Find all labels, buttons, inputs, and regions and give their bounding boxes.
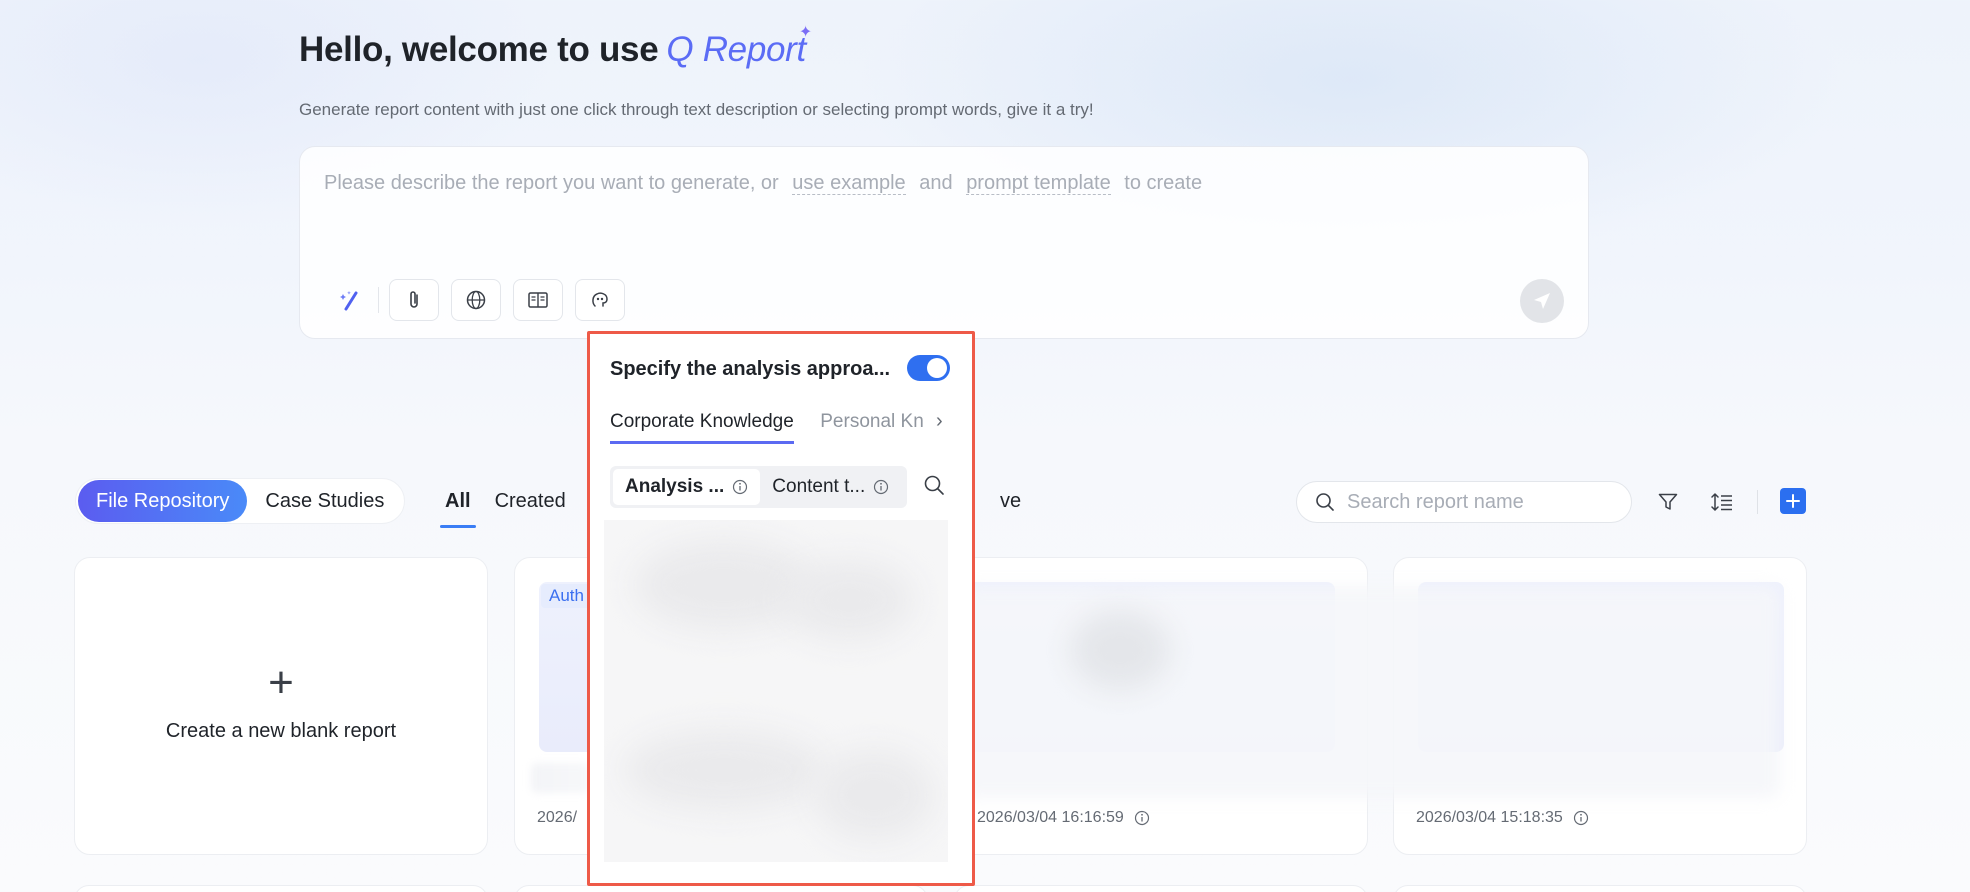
report-card[interactable] <box>954 885 1368 892</box>
placeholder-start: Please describe the report you want to g… <box>324 172 779 194</box>
authorization-badge: Auth <box>541 584 592 608</box>
info-icon <box>874 479 889 495</box>
plus-icon: + <box>268 658 294 707</box>
send-icon <box>1534 293 1550 309</box>
report-card[interactable] <box>74 885 488 892</box>
tab-corporate-knowledge[interactable]: Corporate Knowledge <box>610 410 794 444</box>
brand-label: Q Report <box>666 30 806 69</box>
repository-switch: File Repository Case Studies <box>75 478 406 524</box>
content-template-pill[interactable]: Content t... <box>760 469 901 505</box>
prompt-template-link[interactable]: prompt template <box>966 172 1111 195</box>
search-input[interactable] <box>1347 490 1607 514</box>
info-icon <box>733 479 748 495</box>
blurred-region <box>624 730 824 810</box>
sort-icon <box>1711 492 1732 512</box>
blurred-region <box>814 750 934 840</box>
greeting-text: Hello, welcome to use <box>299 30 659 69</box>
knowledge-base-button[interactable] <box>513 279 563 321</box>
prompt-input-box[interactable]: Please describe the report you want to g… <box>299 146 1589 339</box>
analysis-approach-button[interactable] <box>575 279 625 321</box>
attach-button[interactable] <box>389 279 439 321</box>
knowledge-tabs: Corporate Knowledge Personal Kn <box>610 410 950 446</box>
tab-all[interactable]: All <box>440 478 476 528</box>
approach-type-selector: Analysis ... Content t... <box>610 466 907 508</box>
report-search[interactable] <box>1296 481 1632 523</box>
create-blank-report-label: Create a new blank report <box>165 720 397 742</box>
report-card[interactable] <box>1393 885 1807 892</box>
filter-tabs: All Created <box>440 478 590 528</box>
prompt-placeholder[interactable]: Please describe the report you want to g… <box>324 172 1202 195</box>
analysis-pill[interactable]: Analysis ... <box>613 469 761 505</box>
timestamp-text: 2026/03/04 15:18:35 <box>1416 809 1563 826</box>
brand-name: Q Report ✦ <box>666 24 812 70</box>
paperclip-icon <box>410 291 418 308</box>
blurred-region <box>634 540 814 630</box>
analysis-approach-popover: Specify the analysis approa... Corporate… <box>587 331 975 886</box>
analysis-approach-toggle[interactable] <box>907 355 950 381</box>
globe-icon <box>466 290 486 310</box>
timestamp: 2026/ <box>537 809 578 826</box>
filter-button[interactable] <box>1652 486 1684 518</box>
sort-button[interactable] <box>1706 486 1738 518</box>
content-template-pill-label: Content t... <box>772 476 866 497</box>
toolbar-divider <box>1757 490 1758 514</box>
sparkle-icon: ✦ <box>798 24 812 41</box>
info-icon <box>1573 810 1588 826</box>
approach-list-blurred <box>604 520 948 862</box>
use-example-link[interactable]: use example <box>792 172 906 195</box>
timestamp-text: 2026/03/04 16:16:59 <box>977 809 1124 826</box>
tool-divider <box>378 287 379 313</box>
report-card[interactable] <box>514 885 928 892</box>
hero-header: Hello, welcome to use Q Report ✦ <box>299 24 812 70</box>
book-icon <box>528 292 548 308</box>
placeholder-joiner: and <box>919 172 953 194</box>
thinking-icon <box>592 292 608 307</box>
blurred-region <box>1070 610 1170 690</box>
page-title: Hello, welcome to use Q Report ✦ <box>299 24 812 70</box>
create-blank-report-card[interactable]: + Create a new blank report <box>74 557 488 855</box>
tab-partial-label[interactable]: ve <box>1000 490 1021 513</box>
file-repository-tab[interactable]: File Repository <box>78 480 248 522</box>
blurred-region <box>784 560 914 640</box>
popover-title: Specify the analysis approa... <box>610 358 891 380</box>
blurred-title <box>531 763 591 793</box>
add-report-button[interactable] <box>1780 488 1806 514</box>
toggle-knob <box>927 358 947 378</box>
filter-icon <box>1658 493 1678 510</box>
analysis-pill-label: Analysis ... <box>625 476 725 497</box>
timestamp: 2026/03/04 16:16:59 <box>977 809 1150 827</box>
placeholder-end: to create <box>1124 172 1203 194</box>
info-icon <box>1134 810 1149 826</box>
timestamp: 2026/03/04 15:18:35 <box>1416 809 1589 827</box>
prompt-tools <box>324 279 637 321</box>
page-subtitle: Generate report content with just one cl… <box>299 100 1094 119</box>
popover-search-button[interactable] <box>923 474 945 501</box>
add-icon <box>1786 494 1800 508</box>
tab-personal-knowledge[interactable]: Personal Kn <box>820 410 924 444</box>
case-studies-tab[interactable]: Case Studies <box>247 480 402 522</box>
search-icon <box>1316 493 1334 511</box>
web-search-button[interactable] <box>451 279 501 321</box>
search-icon <box>924 475 944 495</box>
magic-wand-icon[interactable] <box>324 280 376 320</box>
blurred-region <box>960 586 1780 798</box>
tab-created[interactable]: Created <box>495 478 566 524</box>
chevron-right-icon[interactable]: › <box>936 410 943 433</box>
send-button[interactable] <box>1520 279 1564 323</box>
